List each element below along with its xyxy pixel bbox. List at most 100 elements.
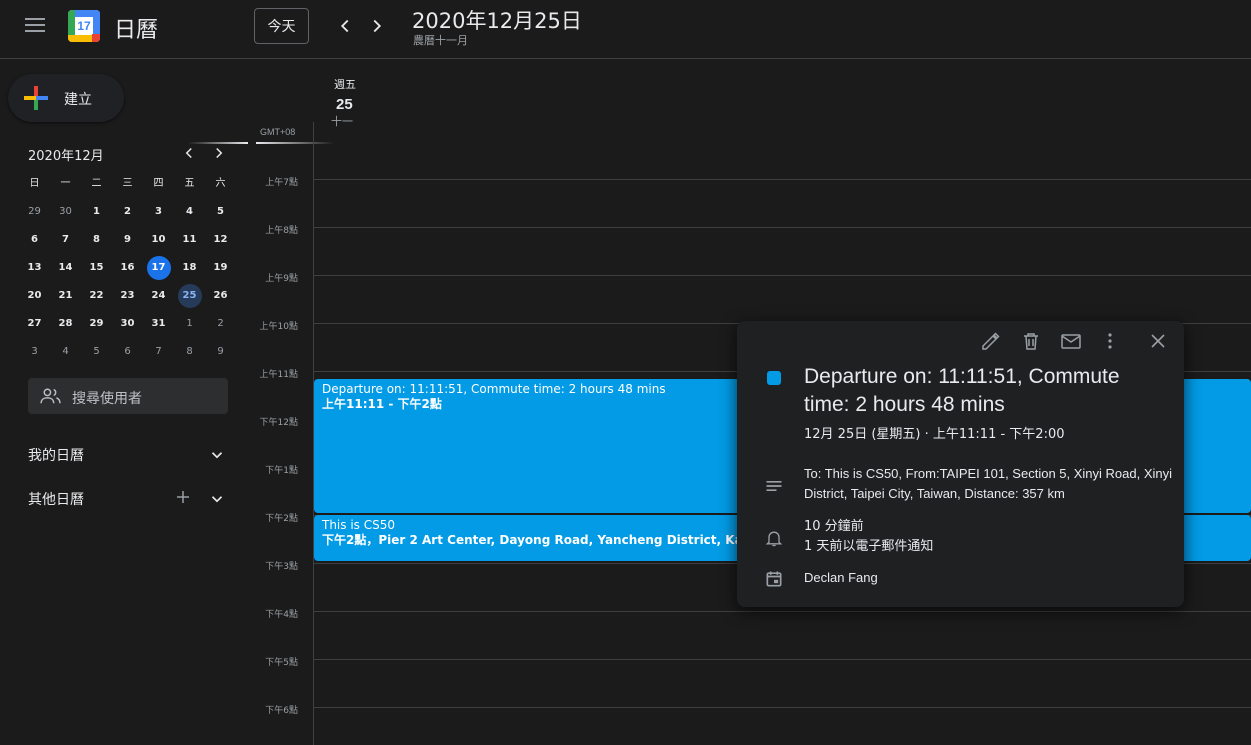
hour-gridline bbox=[313, 707, 1251, 708]
day-number: 5 bbox=[217, 206, 224, 217]
day-number: 23 bbox=[120, 290, 135, 301]
day-number: 9 bbox=[124, 234, 131, 245]
my-calendars-label[interactable]: 我的日曆 bbox=[28, 445, 84, 465]
hour-gridline bbox=[313, 659, 1251, 660]
mini-day-cell[interactable]: 26 bbox=[205, 284, 236, 308]
day-number: 4 bbox=[186, 206, 193, 217]
chevron-down-icon[interactable] bbox=[208, 490, 226, 508]
close-icon[interactable] bbox=[1146, 329, 1170, 353]
mini-day-cell[interactable]: 3 bbox=[143, 200, 174, 224]
mini-day-cell[interactable]: 29 bbox=[81, 312, 112, 336]
hour-gridline bbox=[313, 227, 1251, 228]
edit-icon[interactable] bbox=[979, 329, 1003, 353]
mini-day-cell[interactable]: 6 bbox=[19, 228, 50, 252]
hour-label: 上午7點 bbox=[265, 178, 298, 188]
day-number: 30 bbox=[120, 318, 135, 329]
mini-day-cell[interactable]: 31 bbox=[143, 312, 174, 336]
search-users-field[interactable]: 搜尋使用者 bbox=[28, 378, 228, 414]
chevron-down-icon[interactable] bbox=[208, 446, 226, 464]
mini-day-cell[interactable]: 4 bbox=[174, 200, 205, 224]
mini-day-cell[interactable]: 24 bbox=[143, 284, 174, 308]
weekday-label: 五 bbox=[184, 178, 195, 189]
mini-day-cell[interactable]: 13 bbox=[19, 256, 50, 280]
day-number: 11 bbox=[182, 234, 197, 245]
mini-day-cell[interactable]: 8 bbox=[81, 228, 112, 252]
day-number: 20 bbox=[27, 290, 42, 301]
mini-calendar-grid: 日一二三四五六 29 30 1 2 3 4 5 6 7 8 9 10 11 12 13 14 15 16 17 18 19… bbox=[19, 170, 236, 366]
email-icon[interactable] bbox=[1059, 329, 1083, 353]
mini-prev-icon[interactable] bbox=[180, 144, 198, 165]
hour-label: 下午12點 bbox=[259, 418, 298, 428]
today-button[interactable]: 今天 bbox=[254, 8, 309, 44]
mini-day-cell[interactable]: 8 bbox=[174, 340, 205, 364]
day-number: 14 bbox=[58, 262, 73, 273]
mini-day-cell[interactable]: 2 bbox=[205, 312, 236, 336]
other-calendars-label[interactable]: 其他日曆 bbox=[28, 489, 84, 509]
day-number: 28 bbox=[58, 318, 73, 329]
mini-day-cell[interactable]: 25 bbox=[174, 284, 205, 308]
day-number: 22 bbox=[89, 290, 104, 301]
calendar-logo-icon[interactable]: 17 bbox=[68, 10, 100, 42]
mini-day-cell[interactable]: 27 bbox=[19, 312, 50, 336]
day-number: 21 bbox=[58, 290, 73, 301]
mini-day-cell[interactable]: 12 bbox=[205, 228, 236, 252]
mini-day-cell[interactable]: 23 bbox=[112, 284, 143, 308]
app-title: 日曆 bbox=[114, 18, 159, 43]
mini-day-cell[interactable]: 19 bbox=[205, 256, 236, 280]
mini-day-cell[interactable]: 30 bbox=[112, 312, 143, 336]
mini-day-cell[interactable]: 30 bbox=[50, 200, 81, 224]
delete-icon[interactable] bbox=[1019, 329, 1043, 353]
mini-day-cell[interactable]: 28 bbox=[50, 312, 81, 336]
day-number: 30 bbox=[59, 206, 72, 217]
mini-day-cell[interactable]: 1 bbox=[174, 312, 205, 336]
day-number: 7 bbox=[155, 346, 162, 357]
more-icon[interactable] bbox=[1098, 329, 1122, 353]
hour-label: 上午9點 bbox=[265, 274, 298, 284]
chevron-left-icon[interactable] bbox=[334, 15, 356, 37]
mini-day-cell[interactable]: 6 bbox=[112, 340, 143, 364]
mini-day-cell[interactable]: 3 bbox=[19, 340, 50, 364]
create-button[interactable]: 建立 bbox=[8, 74, 124, 122]
mini-day-cell[interactable]: 5 bbox=[81, 340, 112, 364]
mini-calendar-title: 2020年12月 bbox=[28, 149, 104, 164]
day-number: 29 bbox=[89, 318, 104, 329]
mini-day-cell[interactable]: 17 bbox=[143, 256, 174, 280]
mini-day-cell[interactable]: 7 bbox=[143, 340, 174, 364]
hour-gridline bbox=[313, 179, 1251, 180]
mini-day-cell[interactable]: 1 bbox=[81, 200, 112, 224]
day-number: 16 bbox=[120, 262, 135, 273]
mini-day-cell[interactable]: 22 bbox=[81, 284, 112, 308]
hour-label: 下午4點 bbox=[265, 610, 298, 620]
mini-day-cell[interactable]: 10 bbox=[143, 228, 174, 252]
mini-day-cell[interactable]: 29 bbox=[19, 200, 50, 224]
mini-weekday-row: 日一二三四五六 bbox=[19, 170, 236, 198]
day-number: 3 bbox=[31, 346, 38, 357]
mini-day-cell[interactable]: 16 bbox=[112, 256, 143, 280]
mini-day-cell[interactable]: 14 bbox=[50, 256, 81, 280]
mini-day-cell[interactable]: 4 bbox=[50, 340, 81, 364]
mini-next-icon[interactable] bbox=[210, 144, 228, 165]
reminder-item: 10 分鐘前 bbox=[804, 519, 864, 534]
lunar-month-subtitle: 農曆十一月 bbox=[413, 34, 468, 47]
mini-week-row: 6 7 8 9 10 11 12 bbox=[19, 226, 236, 254]
mini-day-cell[interactable]: 18 bbox=[174, 256, 205, 280]
mini-day-cell[interactable]: 21 bbox=[50, 284, 81, 308]
mini-day-cell[interactable]: 7 bbox=[50, 228, 81, 252]
mini-day-cell[interactable]: 5 bbox=[205, 200, 236, 224]
mini-day-cell[interactable]: 20 bbox=[19, 284, 50, 308]
search-users-label: 搜尋使用者 bbox=[72, 391, 142, 407]
add-calendar-icon[interactable] bbox=[174, 488, 192, 506]
main-menu-icon[interactable] bbox=[25, 18, 45, 34]
chevron-right-icon[interactable] bbox=[366, 15, 388, 37]
mini-day-cell[interactable]: 9 bbox=[205, 340, 236, 364]
hour-label: 上午11點 bbox=[259, 370, 298, 380]
day-number: 1 bbox=[93, 206, 100, 217]
mini-day-cell[interactable]: 2 bbox=[112, 200, 143, 224]
day-number[interactable]: 25 bbox=[336, 96, 353, 113]
mini-day-cell[interactable]: 15 bbox=[81, 256, 112, 280]
mini-week-row: 3 4 5 6 7 8 9 bbox=[19, 338, 236, 366]
mini-day-cell[interactable]: 11 bbox=[174, 228, 205, 252]
day-number: 13 bbox=[27, 262, 42, 273]
weekday-label: 日 bbox=[29, 178, 40, 189]
mini-day-cell[interactable]: 9 bbox=[112, 228, 143, 252]
